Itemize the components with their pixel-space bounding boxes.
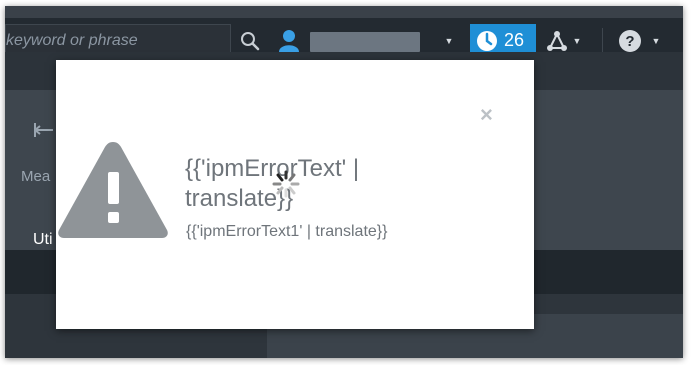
measure-tool-label[interactable]: Mea xyxy=(21,168,50,185)
svg-text:?: ? xyxy=(625,33,634,50)
utilities-label: Uti xyxy=(33,231,53,248)
error-title: {{'ipmErrorText' | translate}} xyxy=(185,155,360,212)
divider xyxy=(602,28,603,52)
notification-count: 26 xyxy=(504,30,525,50)
clock-icon xyxy=(477,30,497,51)
error-subtitle: {{'ipmErrorText1' | translate}} xyxy=(186,223,388,240)
close-icon[interactable]: × xyxy=(480,104,493,126)
username-redacted[interactable] xyxy=(310,32,420,52)
error-dialog: × {{'ipmErrorText' | translate}} {{'ipmE… xyxy=(56,60,534,329)
loading-spinner-icon xyxy=(272,170,300,198)
warning-icon xyxy=(58,142,168,238)
measure-icon[interactable] xyxy=(33,121,55,139)
